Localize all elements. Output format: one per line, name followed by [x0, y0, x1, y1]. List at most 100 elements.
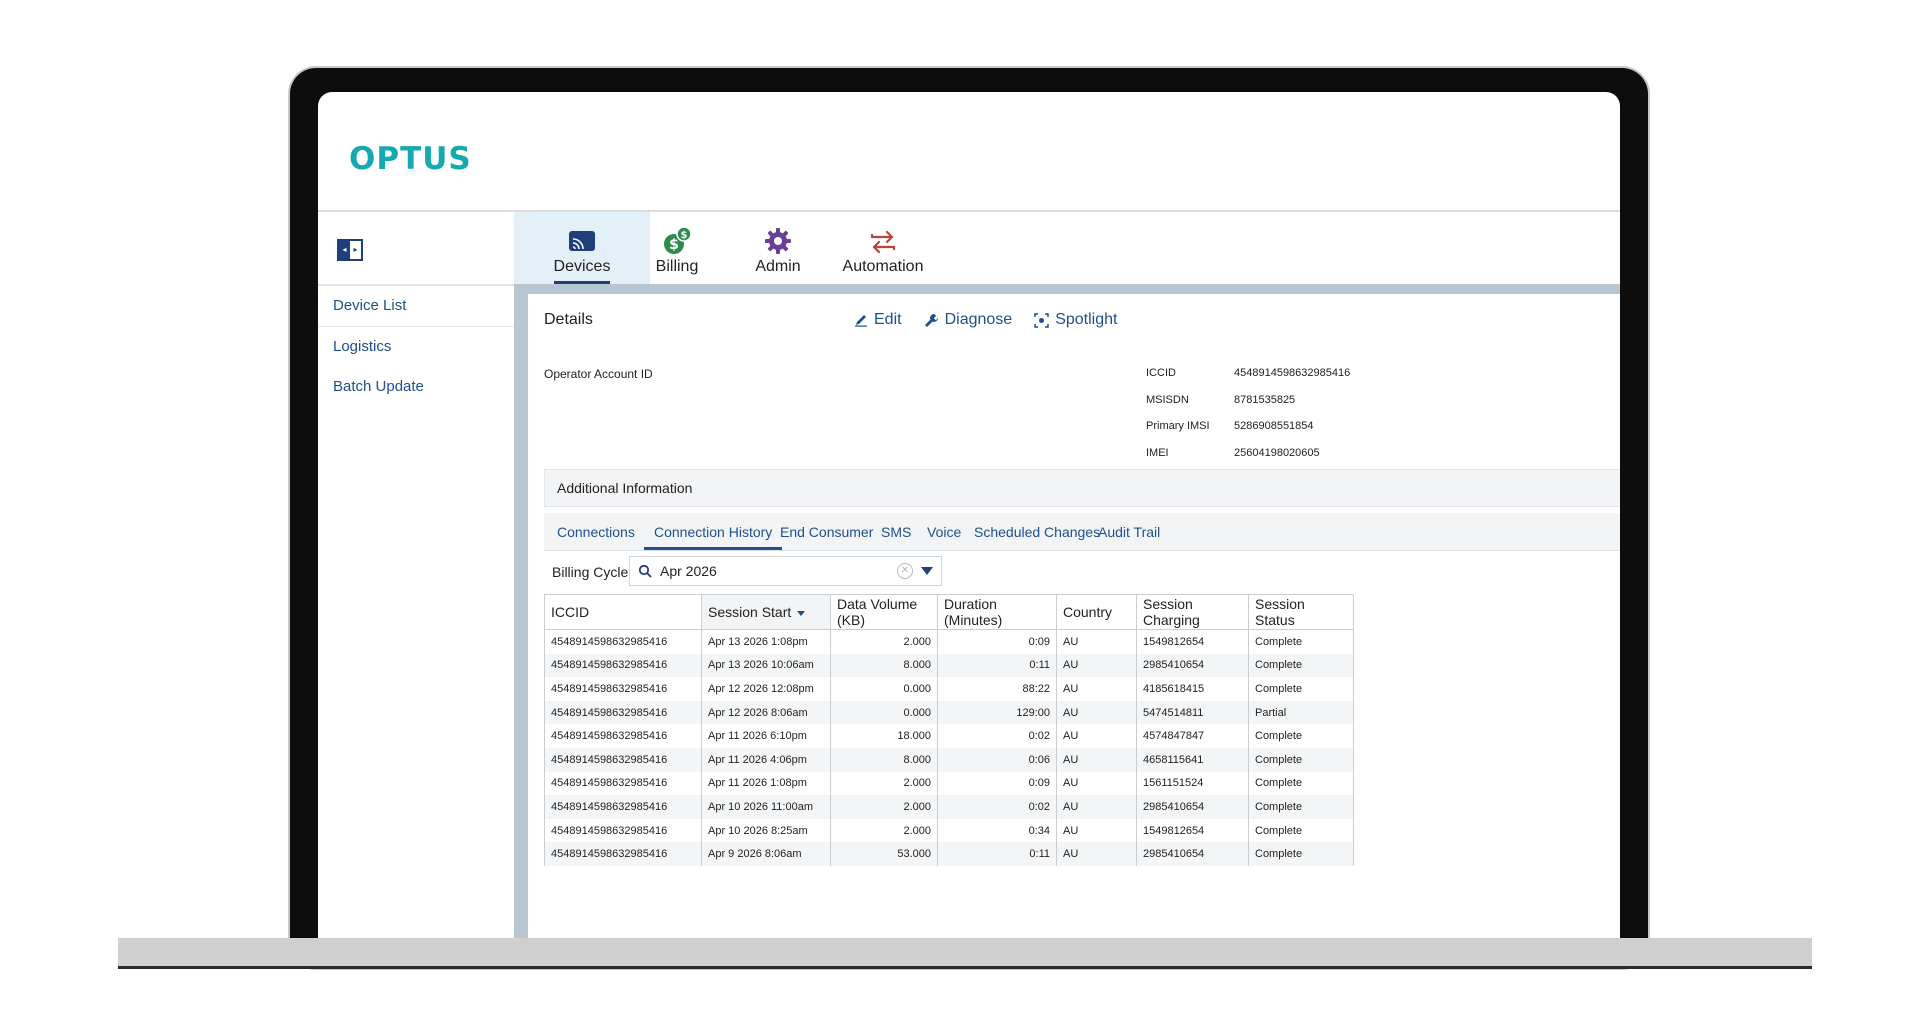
edit-button[interactable]: Edit [854, 311, 902, 329]
table-cell: AU [1056, 842, 1137, 866]
tab-scheduled-changes[interactable]: Scheduled Changes [974, 513, 1100, 550]
automation-arrows-icon [815, 226, 951, 256]
spotlight-icon [1034, 312, 1049, 328]
table-row[interactable]: 4548914598632985416 Apr 10 2026 8:25am 2.0… [544, 818, 1354, 843]
table-row[interactable]: 4548914598632985416 Apr 9 2026 8:06am 53.0… [544, 842, 1354, 866]
svg-text:$: $ [681, 230, 688, 241]
table-row[interactable]: 4548914598632985416 Apr 12 2026 8:06am 0.0… [544, 700, 1354, 725]
additional-information-title: Additional Information [557, 480, 693, 496]
tab-end-consumer[interactable]: End Consumer [780, 513, 873, 550]
primary-imsi-value: 5286908551854 [1234, 420, 1314, 432]
iccid-row: ICCID 4548914598632985416 [1146, 367, 1350, 394]
table-body: 4548914598632985416 Apr 13 2026 1:08pm 2.0… [544, 629, 1354, 866]
table-cell: Complete [1248, 818, 1354, 843]
wrench-icon [924, 313, 938, 327]
table-cell: 2.000 [830, 795, 938, 819]
column-header-session-status[interactable]: Session Status [1248, 594, 1354, 630]
table-cell: 2985410654 [1136, 795, 1249, 819]
table-cell: 4185618415 [1136, 677, 1249, 701]
table-cell: 4548914598632985416 [544, 724, 702, 748]
nav-automation[interactable]: Automation [815, 212, 951, 284]
sidebar-item-device-list[interactable]: Device List [318, 286, 514, 327]
iccid-label: ICCID [1146, 367, 1176, 379]
table-cell: 88:22 [937, 677, 1057, 701]
primary-imsi-row: Primary IMSI 5286908551854 [1146, 420, 1350, 447]
table-cell: 5474514811 [1136, 700, 1249, 725]
tab-connection-history[interactable]: Connection History [644, 513, 783, 550]
table-row[interactable]: 4548914598632985416 Apr 13 2026 1:08pm 2.0… [544, 629, 1354, 654]
sidebar-item-logistics[interactable]: Logistics [318, 327, 514, 367]
tab-audit-trail[interactable]: Audit Trail [1098, 513, 1160, 550]
table-row[interactable]: 4548914598632985416 Apr 11 2026 6:10pm 18.… [544, 724, 1354, 748]
table-cell: 1549812654 [1136, 629, 1249, 654]
table-cell: Apr 12 2026 12:08pm [701, 677, 831, 701]
column-header-duration[interactable]: Duration (Minutes) [937, 594, 1057, 630]
table-header-row: ICCID Session Start Data Volume (KB) Dur… [544, 594, 1354, 630]
column-header-data-volume[interactable]: Data Volume (KB) [830, 594, 938, 630]
table-row[interactable]: 4548914598632985416 Apr 11 2026 4:06pm 8.0… [544, 747, 1354, 772]
table-row[interactable]: 4548914598632985416 Apr 13 2026 10:06am 8.… [544, 653, 1354, 678]
table-cell: Apr 13 2026 10:06am [701, 653, 831, 678]
table-cell: Partial [1248, 700, 1354, 725]
table-cell: Complete [1248, 724, 1354, 748]
sidebar-toggle-button[interactable]: ◂ ▸ [337, 239, 363, 261]
tab-sms[interactable]: SMS [881, 513, 911, 550]
tab-bar: Connections Connection History End Consu… [544, 513, 1620, 551]
chevron-down-icon[interactable] [921, 566, 933, 576]
operator-account-id-label: Operator Account ID [544, 367, 653, 381]
table-cell: 0:34 [937, 818, 1057, 843]
billing-cycle-select[interactable]: Apr 2026 ✕ [629, 556, 942, 586]
billing-cycle-value: Apr 2026 [660, 563, 717, 579]
table-cell: Apr 10 2026 11:00am [701, 795, 831, 819]
table-cell: 4548914598632985416 [544, 842, 702, 866]
table-cell: 2985410654 [1136, 653, 1249, 678]
laptop-base-edge [118, 966, 1812, 969]
column-header-iccid[interactable]: ICCID [544, 594, 702, 630]
primary-imsi-label: Primary IMSI [1146, 420, 1210, 432]
tab-connections[interactable]: Connections [557, 513, 635, 550]
table-row[interactable]: 4548914598632985416 Apr 12 2026 12:08pm 0.… [544, 677, 1354, 701]
table-cell: AU [1056, 724, 1137, 748]
column-header-country[interactable]: Country [1056, 594, 1137, 630]
msisdn-value: 8781535825 [1234, 393, 1296, 406]
table-cell: Apr 11 2026 6:10pm [701, 724, 831, 748]
table-cell: 18.000 [830, 724, 938, 748]
table-cell: AU [1056, 700, 1137, 725]
table-cell: Apr 13 2026 1:08pm [701, 629, 831, 654]
table-cell: 4658115641 [1136, 747, 1249, 772]
table-cell: Complete [1248, 653, 1354, 678]
table-row[interactable]: 4548914598632985416 Apr 10 2026 11:00am 2.… [544, 795, 1354, 819]
column-header-session-start[interactable]: Session Start [701, 594, 831, 630]
clear-icon[interactable]: ✕ [897, 563, 913, 579]
chevron-left-icon: ◂ [339, 241, 350, 259]
table-cell: Apr 10 2026 8:25am [701, 818, 831, 843]
spotlight-button[interactable]: Spotlight [1034, 311, 1117, 329]
device-identifiers: ICCID 4548914598632985416 MSISDN 878153582… [1146, 367, 1350, 473]
column-header-session-charging[interactable]: Session Charging [1136, 594, 1249, 630]
svg-text:$: $ [669, 237, 679, 253]
spotlight-label: Spotlight [1055, 311, 1118, 328]
table-cell: 4548914598632985416 [544, 677, 702, 701]
diagnose-button[interactable]: Diagnose [924, 311, 1012, 329]
table-cell: Apr 12 2026 8:06am [701, 700, 831, 725]
table-cell: 129:00 [937, 700, 1057, 725]
table-cell: Complete [1248, 747, 1354, 772]
table-cell: 2.000 [830, 629, 938, 654]
table-cell: 0:11 [937, 842, 1057, 866]
table-cell: 4548914598632985416 [544, 653, 702, 678]
sidebar-item-batch-update[interactable]: Batch Update [318, 367, 514, 407]
table-cell: 0:09 [937, 629, 1057, 654]
optus-logo[interactable]: OPTUS [349, 141, 472, 177]
table-cell: 53.000 [830, 842, 938, 866]
table-cell: AU [1056, 653, 1137, 678]
table-cell: Complete [1248, 842, 1354, 866]
additional-information-header[interactable]: Additional Information [544, 469, 1620, 507]
table-row[interactable]: 4548914598632985416 Apr 11 2026 1:08pm 2.0… [544, 771, 1354, 796]
tab-voice[interactable]: Voice [927, 513, 961, 550]
laptop-base [118, 938, 1812, 968]
table-cell: 4548914598632985416 [544, 795, 702, 819]
table-cell: 4548914598632985416 [544, 771, 702, 796]
table-cell: 2985410654 [1136, 842, 1249, 866]
table-cell: 4548914598632985416 [544, 818, 702, 843]
table-cell: 2.000 [830, 771, 938, 796]
